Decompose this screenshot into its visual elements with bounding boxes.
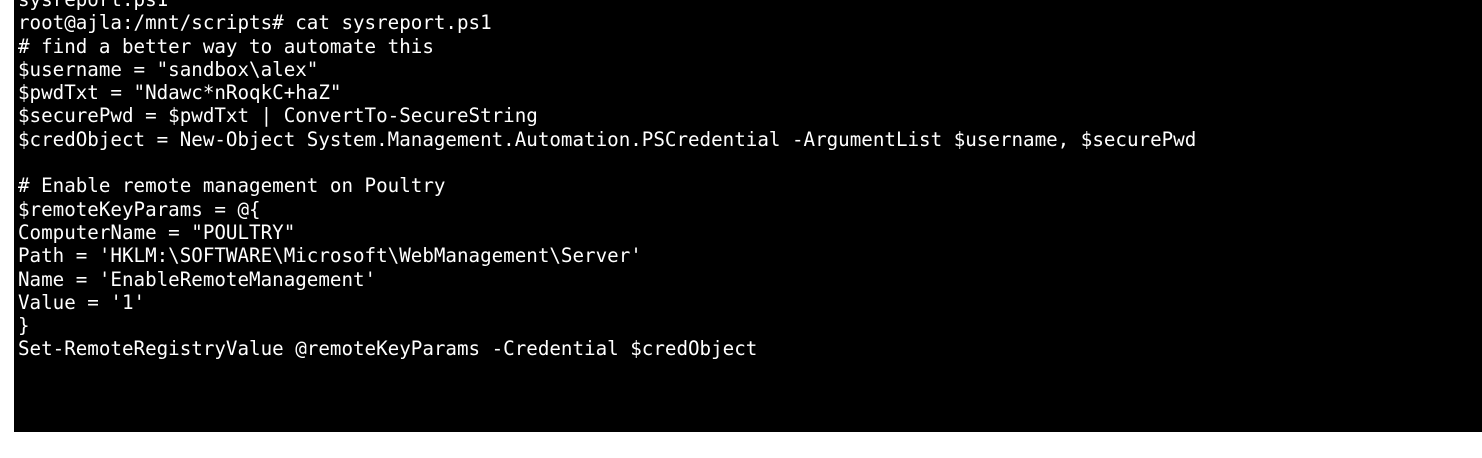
terminal-line-username: $username = "sandbox\alex" [18, 57, 319, 81]
terminal-line-params-close: } [18, 314, 30, 338]
terminal-line-comment: # find a better way to automate this [18, 34, 434, 58]
terminal-line-securepwd: $securePwd = $pwdTxt | ConvertTo-SecureS… [18, 104, 538, 128]
terminal-line-set-registry: Set-RemoteRegistryValue @remoteKeyParams… [18, 337, 758, 361]
terminal-line-prompt-command: root@ajla:/mnt/scripts# cat sysreport.ps… [18, 11, 492, 35]
terminal-line-password: $pwdTxt = "Ndawc*nRoqkC+haZ" [18, 81, 342, 105]
terminal-line-credobject: $credObject = New-Object System.Manageme… [18, 127, 1197, 151]
terminal-line-name: Name = 'EnableRemoteManagement' [18, 267, 377, 291]
terminal-line-computername: ComputerName = "POULTRY" [18, 220, 296, 244]
terminal-line-path: Path = 'HKLM:\SOFTWARE\Microsoft\WebMana… [18, 244, 642, 268]
terminal-window[interactable]: sysreport.ps1 root@ajla:/mnt/scripts# ca… [14, 0, 1482, 432]
terminal-line-params-open: $remoteKeyParams = @{ [18, 197, 261, 221]
terminal-line-partial: sysreport.ps1 [18, 0, 1196, 11]
terminal-line-value: Value = '1' [18, 290, 146, 314]
terminal-line-comment: # Enable remote management on Poultry [18, 174, 446, 198]
terminal-output: sysreport.ps1 root@ajla:/mnt/scripts# ca… [18, 0, 1196, 361]
